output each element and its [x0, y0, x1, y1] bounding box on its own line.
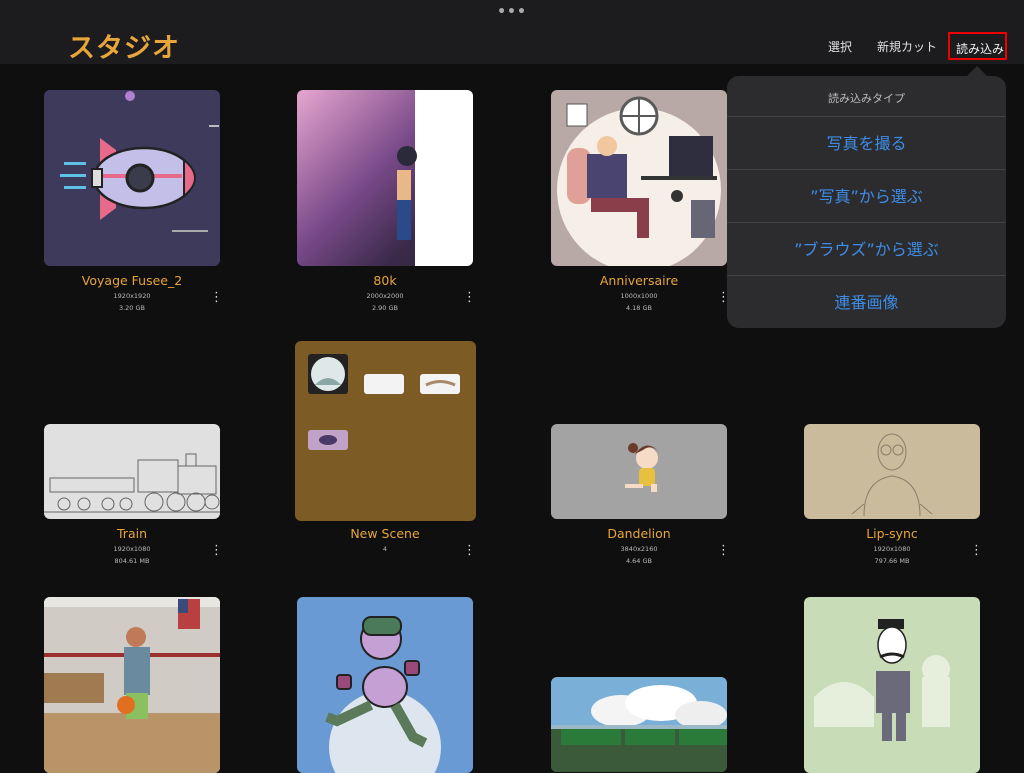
- scene-contents-preview: [308, 354, 460, 450]
- project-card[interactable]: [551, 677, 727, 772]
- more-options-icon[interactable]: ⋮: [717, 544, 730, 557]
- project-card[interactable]: [44, 597, 220, 773]
- project-card[interactable]: [297, 597, 473, 773]
- blurred-character-illustration: [397, 90, 473, 266]
- project-thumbnail[interactable]: [551, 677, 727, 772]
- project-resolution: 1920x1080: [873, 545, 911, 553]
- project-thumbnail[interactable]: [297, 90, 473, 266]
- project-name: Voyage Fusee_2: [81, 273, 183, 288]
- project-thumbnail[interactable]: [804, 424, 980, 519]
- project-file-size: 2.90 GB: [371, 304, 399, 312]
- man-with-glasses-sketch: [851, 433, 933, 517]
- basketball-player-photo: [44, 597, 220, 773]
- project-thumbnail[interactable]: [297, 597, 473, 773]
- project-file-size: 804.61 MB: [114, 557, 150, 565]
- project-resolution: 3840x2160: [620, 545, 658, 553]
- more-options-icon[interactable]: ⋮: [970, 544, 983, 557]
- multitasking-dots-icon[interactable]: •••: [497, 4, 527, 20]
- top-bar: ••• スタジオ 選択 新規カット 読み込み: [0, 0, 1024, 64]
- train-sketch-illustration: [44, 453, 220, 513]
- project-resolution: 1920x1080: [113, 545, 151, 553]
- page-title: スタジオ: [68, 33, 180, 64]
- import-menu-title: 読み込みタイプ: [828, 92, 905, 105]
- mustache-man-illustration: [814, 619, 950, 741]
- project-thumbnail[interactable]: [551, 90, 727, 266]
- project-file-size: 4.18 GB: [625, 304, 653, 312]
- office-worker-illustration: [557, 96, 721, 266]
- import-button[interactable]: 読み込み: [948, 32, 1007, 60]
- project-thumbnail[interactable]: [44, 424, 220, 519]
- project-card[interactable]: Train 1920x1080 804.61 MB ⋮: [44, 424, 223, 572]
- project-name: 80k: [373, 273, 397, 288]
- choose-from-browse-option[interactable]: ”ブラウズ”から選ぶ: [727, 222, 1006, 275]
- more-options-icon[interactable]: ⋮: [210, 291, 223, 304]
- project-thumbnail[interactable]: [44, 597, 220, 773]
- project-name: New Scene: [350, 526, 420, 541]
- project-file-size: 3.20 GB: [118, 304, 146, 312]
- project-card[interactable]: Lip-sync 1920x1080 797.66 MB ⋮: [804, 424, 983, 572]
- project-resolution: 1000x1000: [620, 292, 658, 300]
- project-file-size: 4.64 GB: [625, 557, 653, 565]
- more-options-icon[interactable]: ⋮: [463, 544, 476, 557]
- more-options-icon[interactable]: ⋮: [463, 291, 476, 304]
- select-button[interactable]: 選択: [828, 38, 852, 55]
- project-card[interactable]: [804, 597, 980, 773]
- project-card[interactable]: New Scene 4 ⋮: [295, 341, 476, 572]
- project-name: Lip-sync: [866, 526, 918, 541]
- image-sequence-option[interactable]: 連番画像: [727, 275, 1006, 328]
- project-card[interactable]: Anniversaire 1000x1000 4.18 GB ⋮: [551, 90, 730, 320]
- take-photo-option[interactable]: 写真を撮る: [727, 116, 1006, 169]
- more-options-icon[interactable]: ⋮: [717, 291, 730, 304]
- project-card[interactable]: 80k 2000x2000 2.90 GB ⋮: [297, 90, 476, 320]
- running-character-illustration: [325, 616, 441, 773]
- dandelion-girl-illustration: [625, 443, 659, 492]
- import-type-menu: 読み込みタイプ 写真を撮る ”写真”から選ぶ ”ブラウズ”から選ぶ 連番画像: [727, 66, 1006, 328]
- project-resolution: 1920x1920: [113, 292, 151, 300]
- project-card[interactable]: Dandelion 3840x2160 4.64 GB ⋮: [551, 424, 730, 572]
- new-cut-button[interactable]: 新規カット: [877, 38, 937, 55]
- project-card[interactable]: Voyage Fusee_2 1920x1920 3.20 GB ⋮: [44, 90, 223, 320]
- project-resolution: 2000x2000: [366, 292, 404, 300]
- choose-from-photos-option[interactable]: ”写真”から選ぶ: [727, 169, 1006, 222]
- train-landscape-illustration: [551, 685, 727, 772]
- project-file-size: 797.66 MB: [874, 557, 910, 565]
- more-options-icon[interactable]: ⋮: [210, 544, 223, 557]
- rocket-illustration: [60, 91, 219, 232]
- project-name: Anniversaire: [599, 273, 679, 288]
- scene-item-count: 4: [382, 545, 388, 553]
- project-thumbnail[interactable]: [804, 597, 980, 773]
- scene-folder-thumbnail[interactable]: [295, 341, 476, 521]
- project-thumbnail[interactable]: [551, 424, 727, 519]
- project-thumbnail[interactable]: [44, 90, 220, 266]
- project-name: Train: [117, 526, 147, 541]
- project-name: Dandelion: [607, 526, 671, 541]
